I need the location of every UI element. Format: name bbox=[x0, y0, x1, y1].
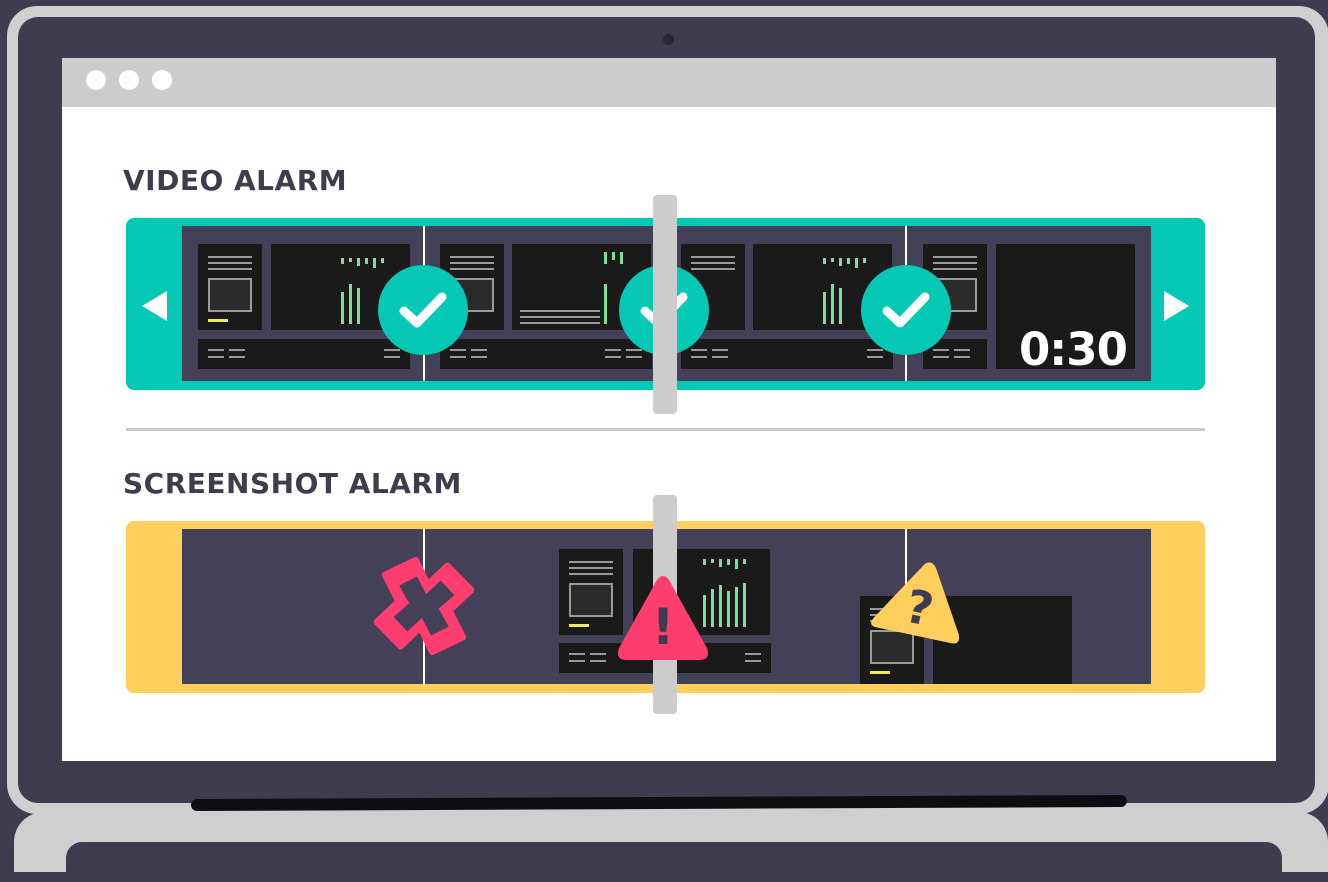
next-arrow-icon[interactable] bbox=[1164, 291, 1189, 321]
frame-footer-panel bbox=[681, 339, 893, 369]
section-divider bbox=[126, 428, 1205, 431]
check-icon bbox=[378, 265, 468, 355]
question-icon: ? bbox=[871, 562, 960, 644]
x-icon bbox=[374, 556, 474, 656]
webcam-icon bbox=[663, 34, 674, 45]
video-timestamp: 0:30 bbox=[1019, 323, 1128, 376]
previous-arrow-icon[interactable] bbox=[142, 291, 167, 321]
frame-footer-panel bbox=[198, 339, 410, 369]
frame-sidebar-panel bbox=[559, 549, 623, 635]
frame-sidebar-panel bbox=[198, 244, 262, 330]
frame-footer-panel bbox=[440, 339, 652, 369]
video-alarm-title: VIDEO ALARM bbox=[123, 164, 348, 197]
warning-icon: ! bbox=[618, 576, 708, 660]
browser-window: VIDEO ALARM 0:30 SCREENSHOT ALARM ? ! bbox=[62, 58, 1276, 761]
window-close-dot[interactable] bbox=[86, 70, 106, 90]
video-playhead-scrubber[interactable] bbox=[653, 195, 677, 414]
screenshot-alarm-title: SCREENSHOT ALARM bbox=[123, 467, 462, 500]
browser-titlebar bbox=[62, 58, 1276, 107]
check-icon bbox=[861, 265, 951, 355]
window-minimize-dot[interactable] bbox=[119, 70, 139, 90]
svg-text:!: ! bbox=[652, 598, 675, 656]
laptop-keyboard-area bbox=[66, 842, 1282, 882]
window-maximize-dot[interactable] bbox=[152, 70, 172, 90]
